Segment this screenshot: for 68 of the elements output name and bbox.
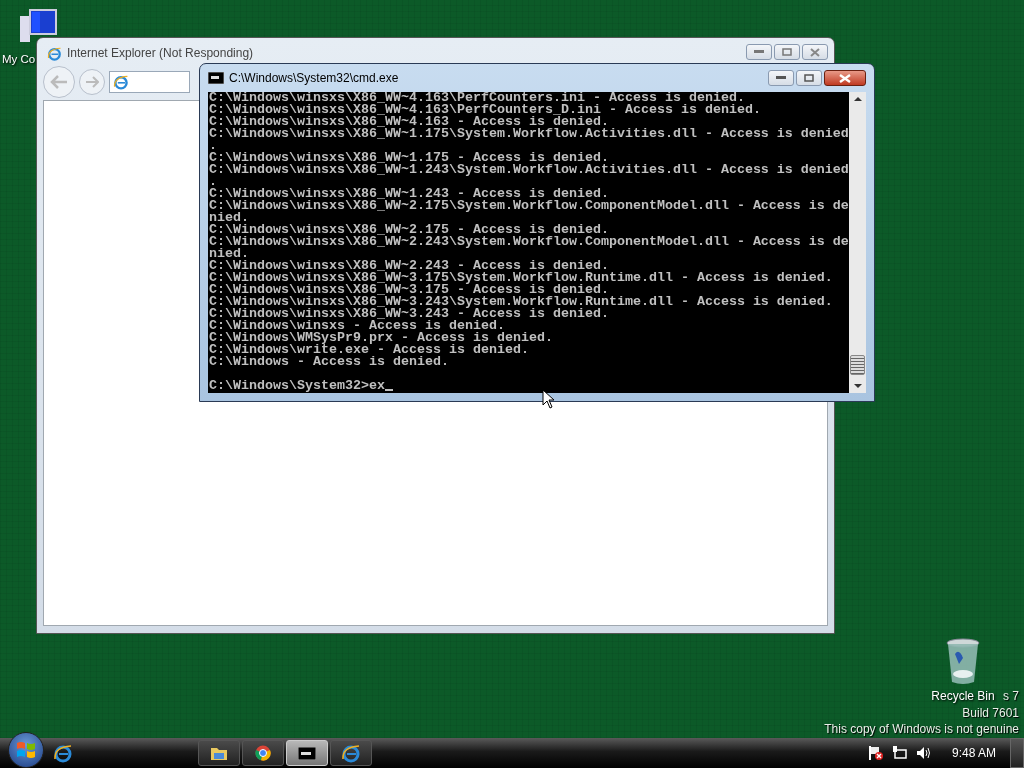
right-arrow-icon <box>85 76 99 88</box>
window-title: C:\Windows\System32\cmd.exe <box>229 71 399 85</box>
console-line: C:\Windows\winsxs\X86_WW~1.243 - Access is denied. <box>209 188 609 200</box>
maximize-button[interactable] <box>796 70 822 86</box>
watermark-text: This copy of Windows is not genuine <box>824 721 1019 738</box>
watermark-text: Build 7601 <box>962 704 1019 721</box>
minimize-button[interactable] <box>768 70 794 86</box>
console-line: C:\Windows\winsxs\X86_WW~2.243\System.Workflow.ComponentModel.dll - Access is de <box>209 236 849 248</box>
console-line: C:\Windows\winsxs\X86_WW~4.163 - Access is denied. <box>209 116 609 128</box>
console-line: C:\Windows\winsxs\X86_WW~3.175\System.Workflow.Runtime.dll - Access is denied. <box>209 272 834 284</box>
console-line: C:\Windows\winsxs\X86_WW~1.175\System.Workflow.Activities.dll - Access is denied <box>209 128 849 140</box>
console-line: C:\Windows\winsxs\X86_WW~3.175 - Access is denied. <box>209 284 609 296</box>
scroll-down-icon[interactable] <box>853 383 862 389</box>
volume-icon[interactable] <box>915 745 932 761</box>
minimize-icon <box>754 50 764 54</box>
taskbar-button[interactable] <box>242 740 284 766</box>
ie-icon <box>113 74 129 90</box>
taskbar-button[interactable] <box>198 740 240 766</box>
console-line: C:\Windows\winsxs\X86_WW~2.175 - Access is denied. <box>209 224 609 236</box>
ie-icon <box>47 45 62 61</box>
console-line: C:\Windows\WMSysPr9.prx - Access is denied. <box>209 332 554 344</box>
start-button[interactable] <box>8 732 44 768</box>
desktop-icon-label[interactable]: Recycle Bin <box>931 689 995 703</box>
console-line: C:\Windows\winsxs\X86_WW~4.163\PerfCounters_D.ini - Access is denied. <box>209 104 762 116</box>
console-line: . <box>209 176 217 188</box>
ie-icon <box>53 743 73 763</box>
scrollbar[interactable] <box>849 92 866 393</box>
console-line: C:\Windows\winsxs\X86_WW~2.175\System.Workflow.ComponentModel.dll - Access is de <box>209 200 849 212</box>
command-prompt[interactable]: C:\Windows\System32>ex <box>209 380 385 392</box>
show-desktop-button[interactable] <box>1010 738 1024 768</box>
text-cursor <box>384 389 393 391</box>
console-line: C:\Windows\winsxs - Access is denied. <box>209 320 505 332</box>
maximize-button[interactable] <box>774 44 800 60</box>
maximize-icon <box>782 48 792 56</box>
watermark-text: s 7 <box>1003 688 1019 705</box>
console-line: nied. <box>209 212 249 224</box>
maximize-icon <box>804 74 814 82</box>
close-icon <box>810 47 820 57</box>
scroll-thumb[interactable] <box>850 355 865 375</box>
minimize-button[interactable] <box>746 44 772 60</box>
scroll-up-icon[interactable] <box>853 96 862 102</box>
console-line: C:\Windows - Access is denied. <box>209 356 450 368</box>
desktop-icon-label[interactable]: My Co <box>0 53 36 65</box>
network-icon[interactable] <box>891 745 908 761</box>
flag-icon[interactable] <box>867 745 884 761</box>
console-icon <box>208 72 224 84</box>
ie-icon <box>341 743 361 763</box>
console-line: C:\Windows\winsxs\X86_WW~3.243 - Access is denied. <box>209 308 609 320</box>
close-button[interactable] <box>824 70 866 86</box>
console-line: . <box>209 140 217 152</box>
address-field[interactable] <box>109 71 190 93</box>
console-line: C:\Windows\winsxs\X86_WW~1.175 - Access is denied. <box>209 152 609 164</box>
close-icon <box>839 73 851 83</box>
folder-icon <box>210 745 228 761</box>
taskbar-button[interactable] <box>330 740 372 766</box>
chrome-icon <box>255 745 271 761</box>
window-title: Internet Explorer (Not Responding) <box>67 46 254 60</box>
left-arrow-icon <box>50 75 68 89</box>
minimize-icon <box>776 76 786 80</box>
console-line: C:\Windows\winsxs\X86_WW~2.243 - Access is denied. <box>209 260 609 272</box>
console-line: nied. <box>209 248 249 260</box>
recycle-bin-icon <box>945 638 981 686</box>
windows-logo-icon <box>15 739 37 761</box>
clock[interactable]: 9:48 AM <box>951 746 996 760</box>
console-line: C:\Windows\winsxs\X86_WW~3.243\System.Workflow.Runtime.dll - Access is denied. <box>209 296 834 308</box>
console-icon <box>298 746 316 760</box>
console-line: C:\Windows\winsxs\X86_WW~1.243\System.Workflow.Activities.dll - Access is denied <box>209 164 849 176</box>
console-line: C:\Windows\write.exe - Access is denied. <box>209 344 530 356</box>
